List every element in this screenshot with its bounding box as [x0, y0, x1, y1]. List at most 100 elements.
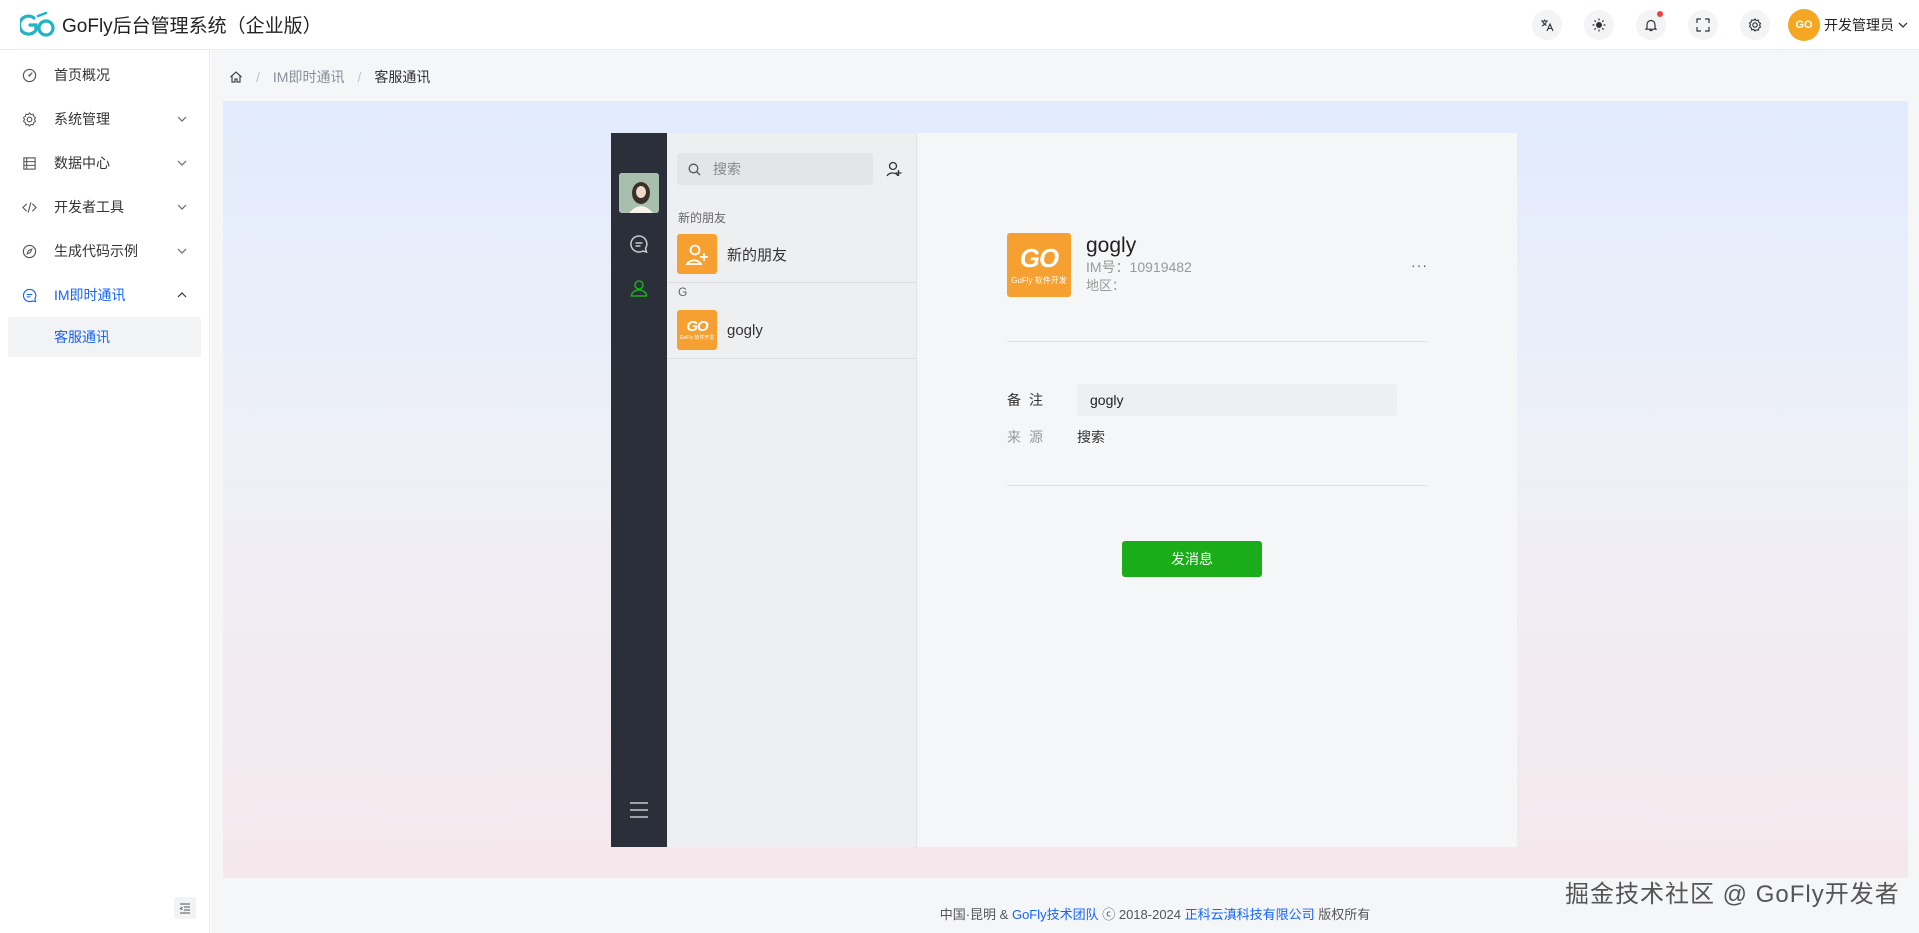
- sidebar-item-data-center[interactable]: 数据中心: [0, 141, 209, 185]
- search-input[interactable]: [713, 161, 863, 177]
- go-logo-caption: GoFly 软件开发: [679, 335, 715, 341]
- header-actions: GO 开发管理员: [1532, 0, 1919, 50]
- fullscreen-icon[interactable]: [1688, 10, 1718, 40]
- new-friend-avatar: [677, 234, 717, 274]
- sidebar-item-dashboard[interactable]: 首页概况: [0, 53, 209, 97]
- go-logo-caption: GoFly 软件开发: [1011, 275, 1067, 285]
- chevron-down-icon: [1898, 22, 1908, 28]
- app-logo[interactable]: GoFly后台管理系统（企业版）: [20, 10, 322, 40]
- user-photo-icon: [619, 173, 659, 213]
- list-item-new-friends[interactable]: 新的朋友: [667, 226, 916, 283]
- remark-label: 备注: [1007, 392, 1051, 408]
- user-menu[interactable]: GO 开发管理员: [1788, 9, 1909, 41]
- group-label-new-friends: 新的朋友: [678, 211, 727, 225]
- user-name: 开发管理员: [1824, 17, 1894, 33]
- chevron-down-icon: [177, 204, 187, 210]
- source-value: 搜索: [1077, 429, 1105, 445]
- chevron-up-icon: [177, 292, 187, 298]
- home-icon[interactable]: [229, 70, 243, 84]
- notification-dot: [1657, 11, 1663, 17]
- chat-window: 新的朋友 新的朋友 G GO GoFly 软件开发 gogly: [611, 133, 1517, 847]
- profile-region: 地区：: [1086, 278, 1126, 293]
- avatar[interactable]: GO GoFly 软件开发: [1007, 233, 1071, 297]
- code-icon: [22, 201, 37, 213]
- divider: [1007, 341, 1427, 342]
- sidebar-item-system[interactable]: 系统管理: [0, 97, 209, 141]
- footer-suffix: 版权所有: [1314, 907, 1371, 922]
- add-user-icon: [886, 161, 902, 177]
- go-logo: GO: [1019, 242, 1059, 273]
- profile-im-id: IM号：10919482: [1086, 259, 1192, 275]
- profile-name: gogly: [1086, 234, 1137, 257]
- group-label-letter: G: [678, 285, 688, 299]
- chevron-down-icon: [177, 160, 187, 166]
- sidebar-item-label: IM即时通讯: [54, 287, 126, 303]
- remark-field: 备注: [1007, 384, 1397, 416]
- bell-icon[interactable]: [1636, 10, 1666, 40]
- breadcrumb-separator: /: [256, 69, 260, 85]
- translate-icon[interactable]: [1532, 10, 1562, 40]
- gear-icon: [22, 111, 37, 127]
- main-area: / IM即时通讯 / 客服通讯 搜索 新的朋友 新的朋友 G GO GoFly …: [211, 50, 1919, 933]
- messages-icon[interactable]: [628, 233, 650, 255]
- database-icon: [23, 156, 36, 170]
- breadcrumb-current: 客服通讯: [374, 69, 431, 85]
- sidebar-item-im[interactable]: IM即时通讯: [0, 273, 209, 317]
- list-item-contact[interactable]: GO GoFly 软件开发 gogly: [667, 302, 916, 359]
- sidebar-item-label: 开发者工具: [54, 199, 124, 215]
- source-field: 来源 搜索: [1007, 427, 1105, 447]
- footer-prefix: 中国·昆明 &: [939, 907, 1012, 922]
- avatar: GO GoFly 软件开发: [677, 310, 717, 350]
- contact-name: 新的朋友: [727, 246, 788, 264]
- watermark: 掘金技术社区 @ GoFly开发者: [1565, 881, 1900, 908]
- footer-team-link[interactable]: GoFly技术团队: [1012, 907, 1099, 922]
- sidebar-item-label: 首页概况: [54, 67, 110, 83]
- chevron-down-icon: [177, 116, 187, 122]
- contact-name: gogly: [727, 321, 763, 339]
- top-header: GoFly后台管理系统（企业版） GO 开发管理员: [0, 0, 1919, 50]
- contact-search-row: [677, 153, 911, 185]
- sidebar-subitem-customer-service[interactable]: 客服通讯: [8, 317, 201, 357]
- avatar[interactable]: [619, 173, 659, 213]
- chevron-down-icon: [177, 248, 187, 254]
- gofly-logo-icon: [20, 11, 55, 37]
- go-logo: GO: [686, 318, 708, 335]
- breadcrumb-separator: /: [357, 69, 362, 85]
- remark-input[interactable]: [1077, 384, 1397, 416]
- compass-icon: [22, 244, 37, 258]
- dashboard-icon: [22, 68, 37, 82]
- sidebar-item-codegen[interactable]: 生成代码示例: [0, 229, 209, 273]
- add-friend-button[interactable]: [879, 153, 911, 185]
- content-panel: 新的朋友 新的朋友 G GO GoFly 软件开发 gogly: [223, 101, 1908, 878]
- collapse-sidebar-button[interactable]: [174, 897, 196, 919]
- hamburger-menu-icon[interactable]: [628, 799, 650, 821]
- sidebar-item-label: 生成代码示例: [54, 243, 138, 259]
- profile-info: gogly IM号：10919482 地区：: [1086, 233, 1192, 297]
- sidebar-item-dev-tools[interactable]: 开发者工具: [0, 185, 209, 229]
- contact-search: [677, 153, 873, 185]
- theme-icon[interactable]: [1584, 10, 1614, 40]
- search-icon: [688, 163, 701, 175]
- sidebar-item-label: 数据中心: [54, 155, 110, 171]
- menu-fold-icon: [179, 903, 190, 914]
- chat-icon: [22, 288, 37, 302]
- footer-company-link[interactable]: 正科云滇科技有限公司: [1185, 907, 1315, 922]
- contact-list-panel: 新的朋友 新的朋友 G GO GoFly 软件开发 gogly: [667, 133, 917, 847]
- profile-header: GO GoFly 软件开发 gogly IM号：10919482 地区：: [1007, 233, 1192, 297]
- send-message-button[interactable]: 发消息: [1122, 541, 1262, 577]
- breadcrumb: / IM即时通讯 / 客服通讯: [229, 67, 430, 87]
- sidebar-item-label: 系统管理: [54, 111, 110, 127]
- sidebar: 首页概况 系统管理 数据中心 开发者工具 生成代码示例 IM即时通讯 客服通讯: [0, 50, 210, 933]
- avatar: GO: [1788, 9, 1820, 41]
- footer-copyright: ⓒ 2018-2024: [1098, 907, 1185, 922]
- chat-nav-rail: [611, 133, 667, 847]
- settings-icon[interactable]: [1740, 10, 1770, 40]
- add-user-icon: [685, 244, 708, 265]
- app-title: GoFly后台管理系统（企业版）: [62, 16, 322, 37]
- breadcrumb-item[interactable]: IM即时通讯: [273, 67, 345, 87]
- contacts-icon[interactable]: [628, 277, 650, 299]
- contact-detail-panel: GO GoFly 软件开发 gogly IM号：10919482 地区： ···…: [917, 133, 1517, 847]
- source-label: 来源: [1007, 429, 1051, 445]
- divider: [1007, 485, 1427, 486]
- more-options-button[interactable]: ···: [1411, 257, 1428, 273]
